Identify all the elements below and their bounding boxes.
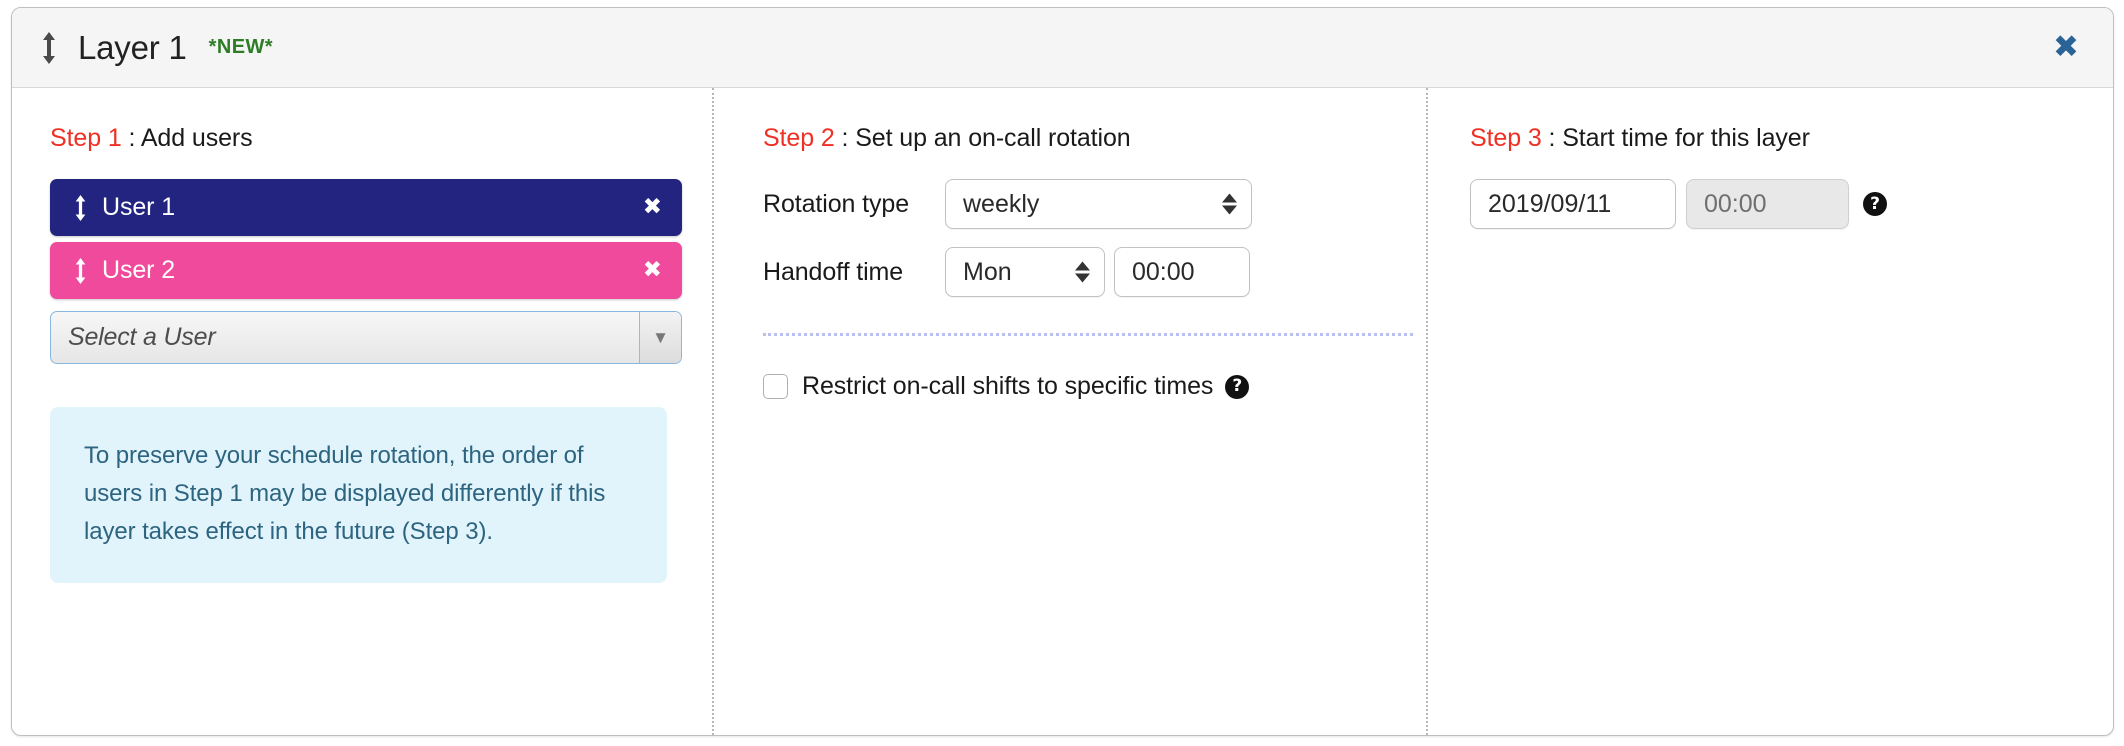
start-time-row: 2019/09/11 00:00 ? <box>1470 179 2083 229</box>
step1-number: Step 1 <box>50 124 122 152</box>
chevron-down-icon[interactable]: ▼ <box>639 312 681 363</box>
layer-body: Step 1 : Add users User 1 ✖ User 2 ✖ Sel… <box>12 88 2113 735</box>
section-divider <box>763 333 1413 336</box>
step2-title: Set up an on-call rotation <box>855 124 1131 152</box>
user-row[interactable]: User 2 ✖ <box>50 242 682 299</box>
user-remove-icon[interactable]: ✖ <box>643 196 662 219</box>
rotation-type-value: weekly <box>963 189 1040 218</box>
user-drag-handle-icon[interactable] <box>72 194 88 222</box>
handoff-time-value: 00:00 <box>1132 257 1195 286</box>
step2-panel: Step 2 : Set up an on-call rotation Rota… <box>714 88 1426 735</box>
step2-heading: Step 2 : Set up an on-call rotation <box>763 124 1396 153</box>
start-time-value: 00:00 <box>1704 189 1767 218</box>
close-icon[interactable]: ✖ <box>2047 28 2085 67</box>
layer-new-badge: *NEW* <box>208 36 273 58</box>
start-time-input: 00:00 <box>1686 179 1849 229</box>
user-drag-handle-icon[interactable] <box>72 257 88 285</box>
rotation-type-select[interactable]: weekly <box>945 179 1252 229</box>
handoff-time-label: Handoff time <box>763 257 904 286</box>
step1-title: Add users <box>140 124 253 152</box>
restrict-shifts-checkbox[interactable] <box>763 374 788 399</box>
step1-separator: : <box>121 124 141 152</box>
start-date-value: 2019/09/11 <box>1488 189 1612 218</box>
layer-drag-handle-icon[interactable] <box>34 28 64 68</box>
user-name: User 1 <box>102 193 176 221</box>
layer-title: Layer 1 <box>78 28 187 66</box>
step3-separator: : <box>1541 124 1563 152</box>
rotation-type-row: Rotation type weekly <box>763 179 1396 229</box>
step1-heading: Step 1 : Add users <box>50 124 682 153</box>
handoff-day-select[interactable]: Mon <box>945 247 1105 297</box>
start-date-input[interactable]: 2019/09/11 <box>1470 179 1676 229</box>
step3-number: Step 3 <box>1470 124 1542 152</box>
step3-heading: Step 3 : Start time for this layer <box>1470 124 2083 153</box>
select-user-dropdown[interactable]: Select a User ▼ <box>50 311 682 364</box>
user-remove-icon[interactable]: ✖ <box>643 259 662 282</box>
step3-title: Start time for this layer <box>1562 124 1810 152</box>
handoff-day-value: Mon <box>963 257 1012 286</box>
rotation-type-label: Rotation type <box>763 189 910 218</box>
user-name: User 2 <box>102 256 176 284</box>
handoff-time-input[interactable]: 00:00 <box>1114 247 1250 297</box>
handoff-time-row: Handoff time Mon 00:00 <box>763 247 1396 297</box>
restrict-shifts-label[interactable]: Restrict on-call shifts to specific time… <box>802 372 1213 401</box>
help-circle-icon[interactable]: ? <box>1863 192 1887 216</box>
select-user-placeholder: Select a User <box>68 323 216 351</box>
updown-spinner-icon[interactable] <box>1222 193 1237 215</box>
user-list: User 1 ✖ User 2 ✖ <box>50 179 682 299</box>
rotation-order-info-box: To preserve your schedule rotation, the … <box>50 407 667 583</box>
user-row[interactable]: User 1 ✖ <box>50 179 682 236</box>
step1-panel: Step 1 : Add users User 1 ✖ User 2 ✖ Sel… <box>12 88 712 735</box>
step3-panel: Step 3 : Start time for this layer 2019/… <box>1428 88 2113 735</box>
step2-number: Step 2 <box>763 124 835 152</box>
restrict-shifts-row: Restrict on-call shifts to specific time… <box>763 372 1396 401</box>
updown-spinner-icon[interactable] <box>1075 261 1090 283</box>
layer-card: Layer 1 *NEW* ✖ Step 1 : Add users User … <box>11 7 2114 736</box>
layer-header: Layer 1 *NEW* ✖ <box>12 8 2113 88</box>
step2-separator: : <box>834 124 856 152</box>
help-circle-icon[interactable]: ? <box>1225 374 1250 399</box>
